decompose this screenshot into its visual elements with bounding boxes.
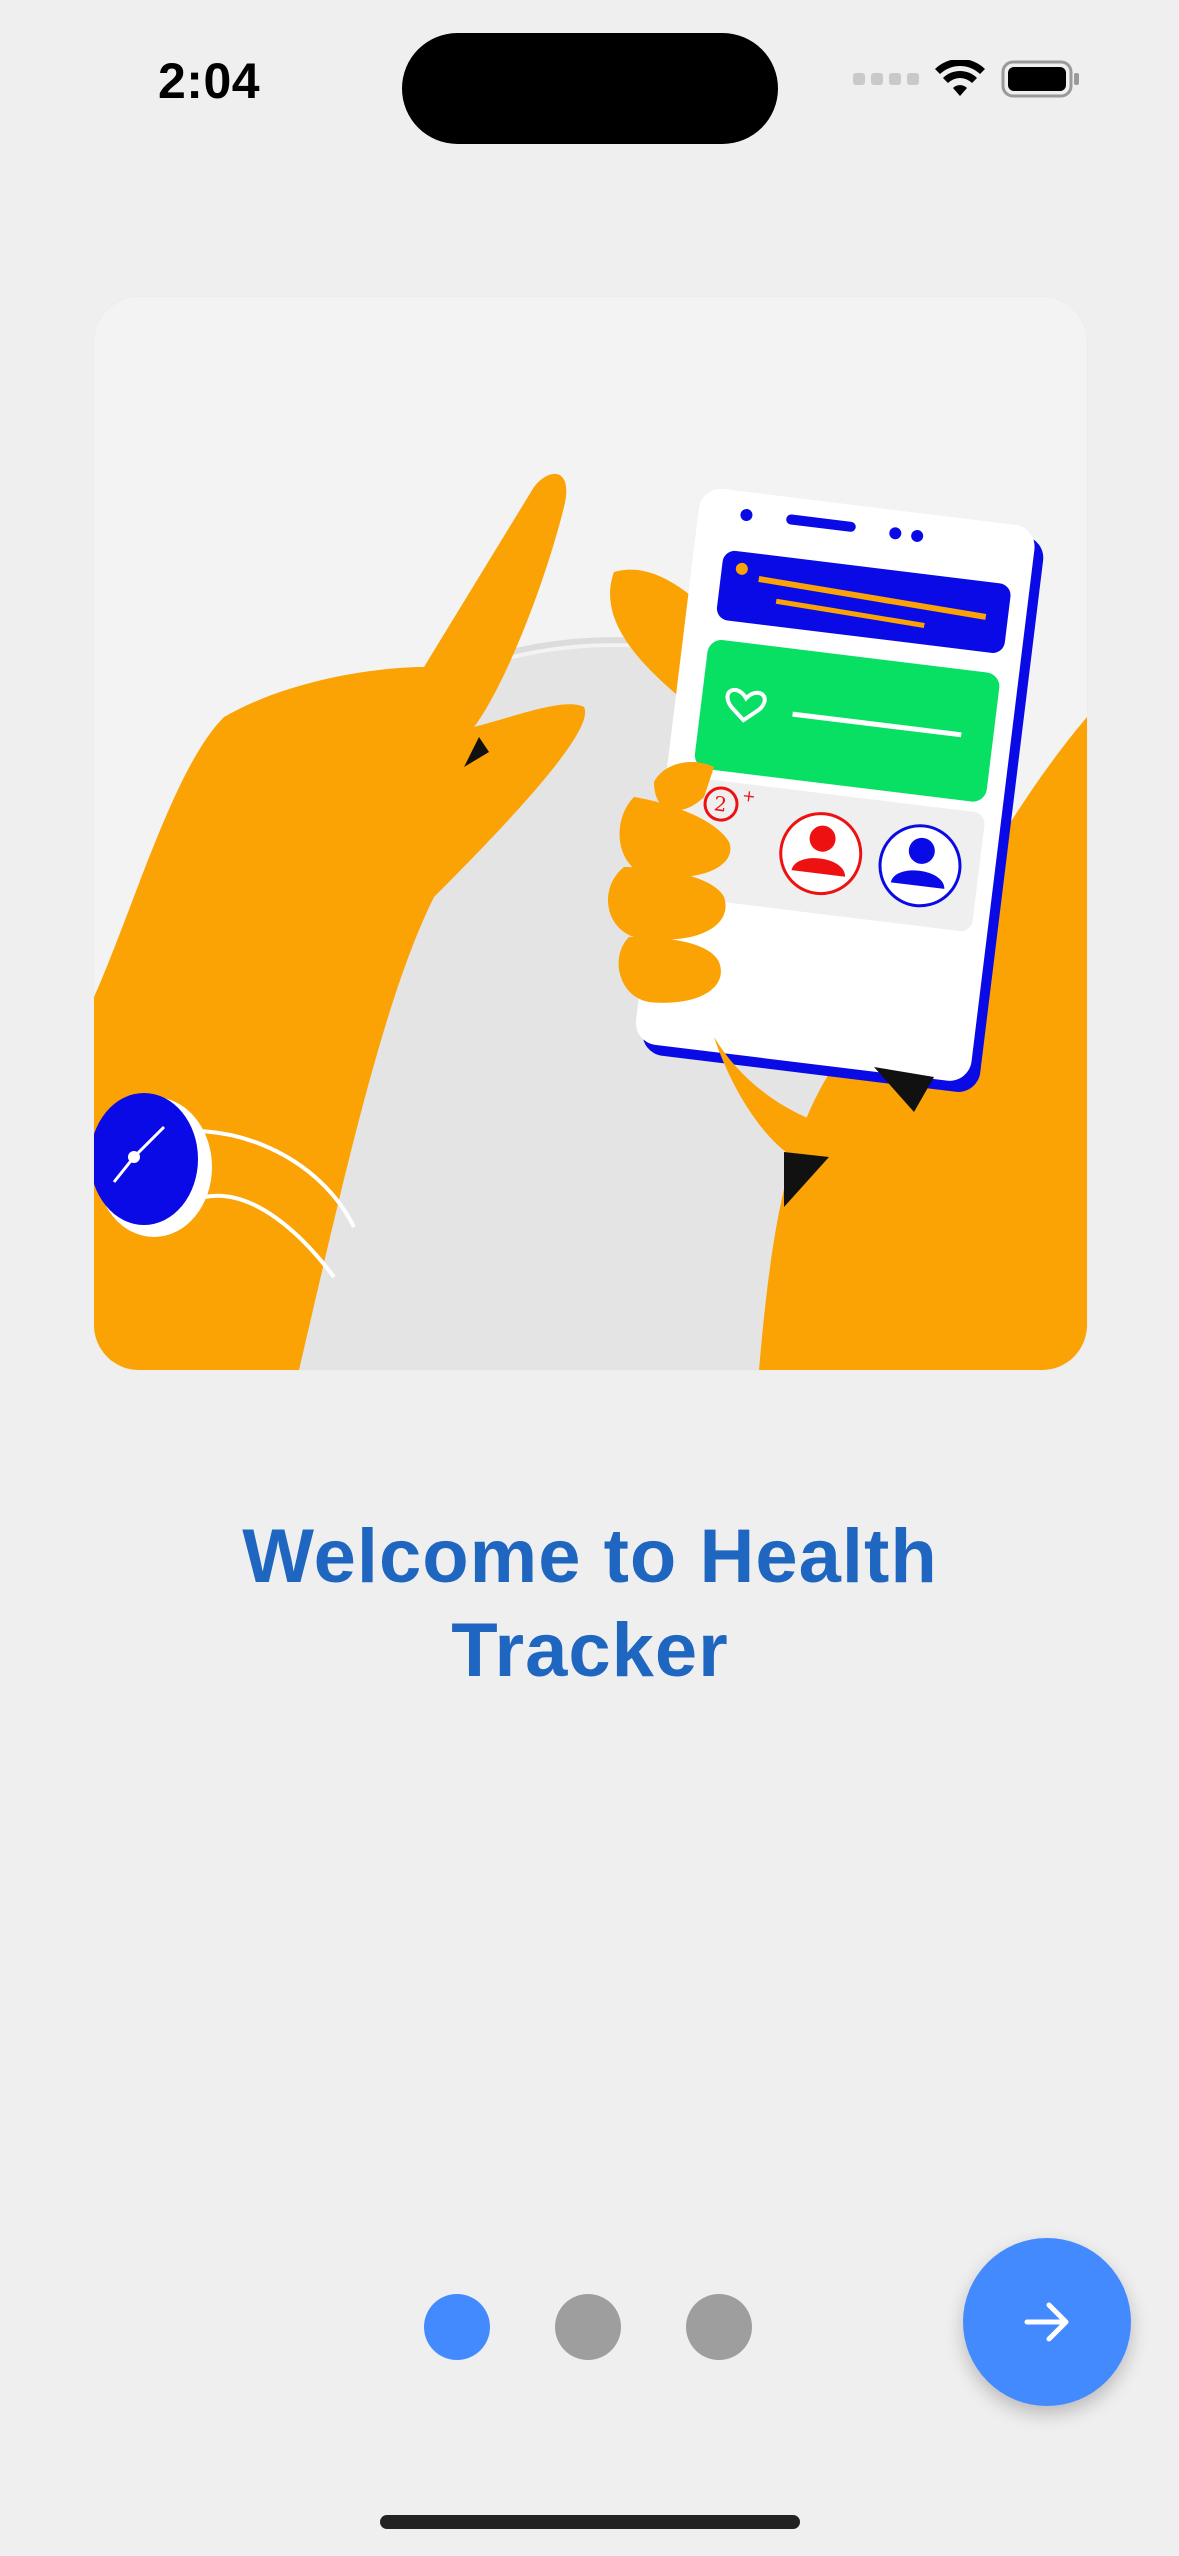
page-dot-3[interactable] [686,2294,752,2360]
status-icons [853,60,1081,98]
wifi-icon [935,60,985,96]
page-indicator[interactable] [424,2294,752,2360]
battery-icon [1001,60,1079,98]
arrow-right-icon [1024,2302,1069,2342]
onboarding-screen: 2:04 2 + Welcome to Health Tracker [0,0,1179,2556]
onboarding-illustration: 2 + [93,296,1088,1371]
home-indicator[interactable] [380,2515,800,2529]
welcome-title: Welcome to Health Tracker [242,1514,938,1693]
cellular-signal-icon [853,73,919,85]
status-time: 2:04 [158,53,261,109]
page-dot-1[interactable] [424,2294,490,2360]
next-button[interactable] [963,2238,1131,2406]
svg-text:+: + [741,786,757,806]
page-dot-2[interactable] [555,2294,621,2360]
dynamic-island [402,33,778,144]
